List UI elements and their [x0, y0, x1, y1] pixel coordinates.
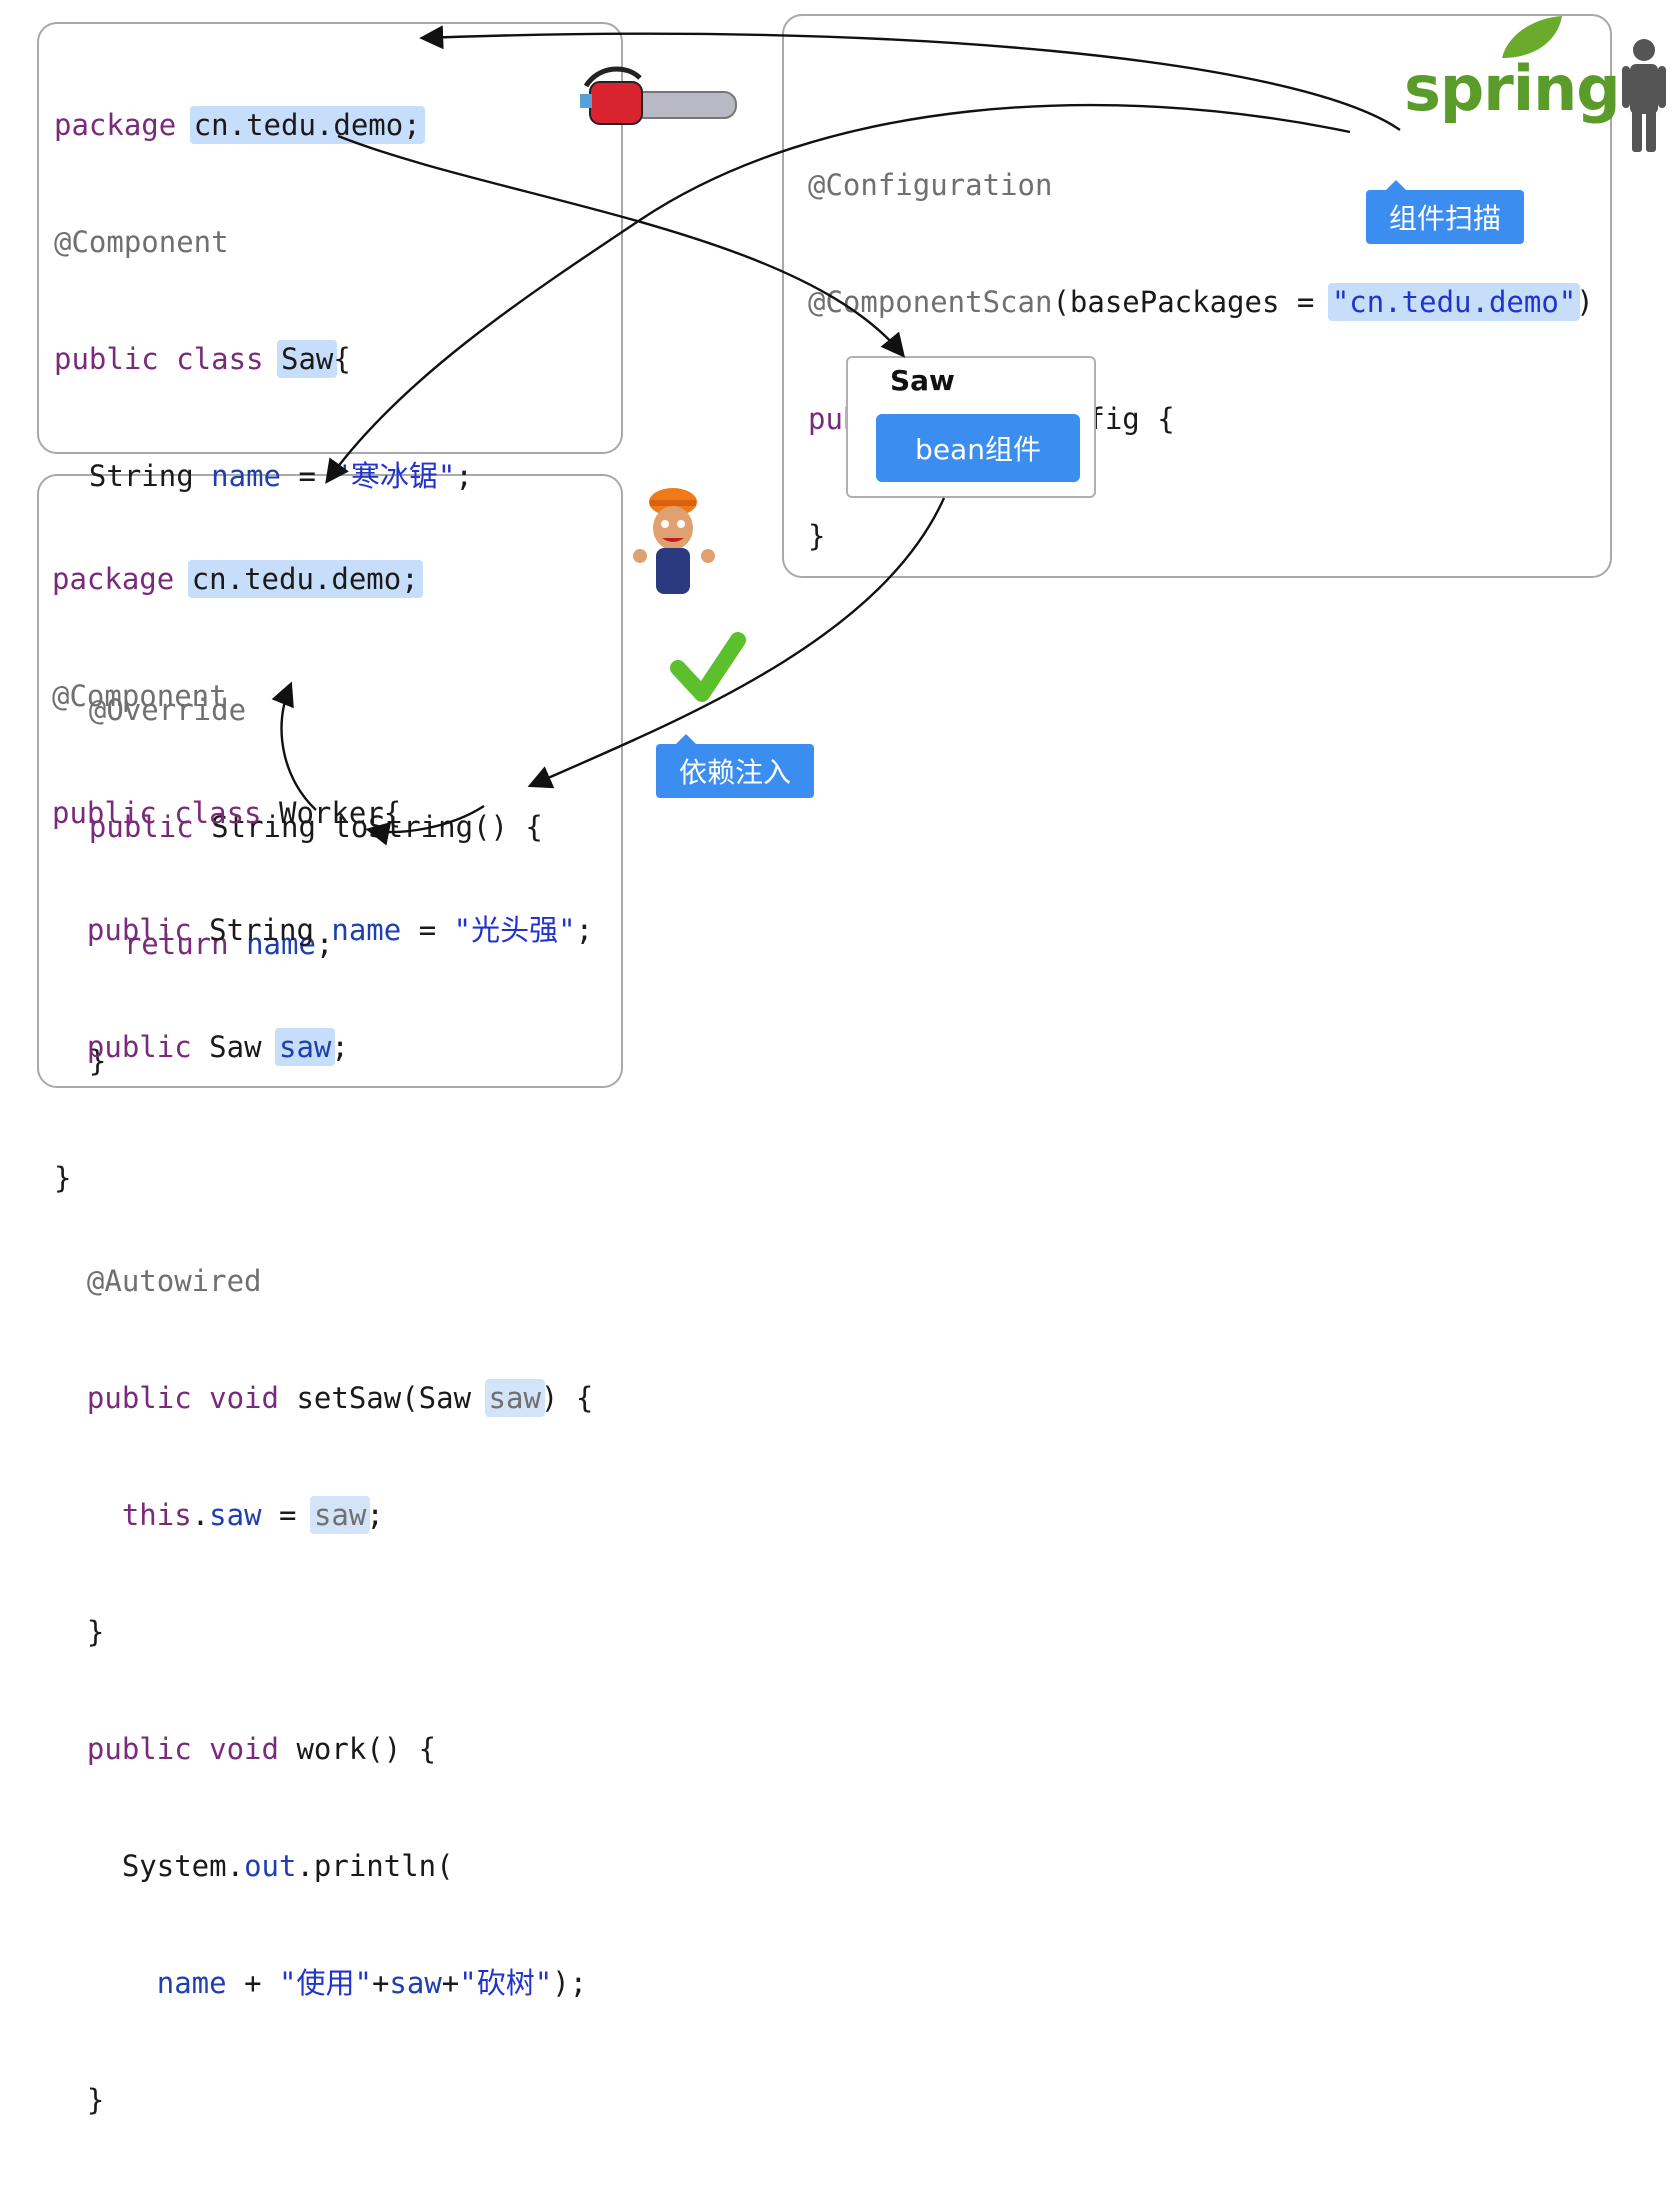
person-icon	[1622, 39, 1666, 152]
assign-to-field-arrow	[271, 681, 317, 811]
chainsaw-icon	[580, 66, 737, 125]
setter-param-saw: saw	[484, 1379, 545, 1417]
check-icon	[670, 632, 746, 702]
param-to-assign-arrow	[365, 804, 485, 846]
assign-param-saw: saw	[309, 1496, 371, 1534]
arrows-layer	[271, 25, 1666, 846]
saw-class-to-bean-arrow	[337, 134, 906, 358]
scan-to-worker-package-arrow	[325, 103, 1351, 484]
worker-character-icon	[633, 488, 715, 594]
